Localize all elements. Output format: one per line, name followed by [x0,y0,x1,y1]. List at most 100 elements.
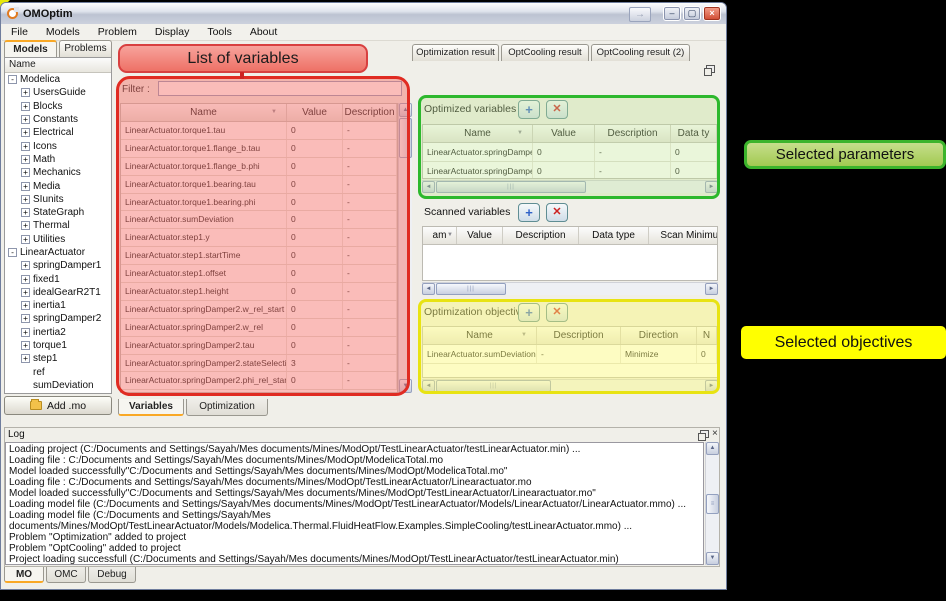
tree-item[interactable]: idealGearR2T1 [5,286,111,299]
expander-icon[interactable] [21,354,30,363]
table-row[interactable]: LinearActuator.springDamper2.tau 0 - [121,337,397,355]
expander-icon[interactable] [21,288,30,297]
tree-header[interactable]: Name [5,58,111,73]
tree-item[interactable]: LinearActuator [5,246,111,259]
table-row[interactable]: LinearActuator.springDamper2.w_rel_start… [121,301,397,319]
expander-icon[interactable] [21,182,30,191]
expander-icon[interactable] [21,168,30,177]
column-header[interactable]: Value [287,104,343,121]
column-header[interactable]: Description [343,104,397,121]
expander-icon[interactable] [21,195,30,204]
tab-optcooling-result-2[interactable]: OptCooling result (2) [591,44,690,61]
table-row[interactable]: LinearActuator.springDamper2.stateSelect… [121,355,397,373]
tab-optimization-result[interactable]: Optimization result [412,44,499,61]
add-scanned-variable-button[interactable]: + [518,203,540,222]
scroll-left-icon[interactable]: ◄ [422,283,435,295]
expander-icon[interactable] [21,155,30,164]
expander-icon[interactable] [21,115,30,124]
tab-debug[interactable]: Debug [88,567,136,583]
tree-item[interactable]: torque1 [5,339,111,352]
expander-icon[interactable] [21,261,30,270]
tree-item[interactable]: SIunits [5,193,111,206]
tree-item[interactable]: inertia2 [5,326,111,339]
tree-item[interactable]: springDamper2 [5,312,111,325]
expander-icon[interactable] [21,301,30,310]
titlebar[interactable]: OMOptim → – ▢ × [1,3,726,24]
expander-icon[interactable] [21,142,30,151]
variables-scrollbar[interactable]: ▲ ▼ [398,103,412,393]
tree-item[interactable]: Utilities [5,233,111,246]
float-log-icon[interactable] [700,430,709,438]
expander-icon[interactable] [21,208,30,217]
table-row[interactable]: LinearActuator.step1.offset 0 - [121,265,397,283]
remove-objective-button[interactable]: ✕ [546,303,568,322]
tree-item[interactable]: ref [5,366,111,379]
tree-item[interactable]: step1 [5,352,111,365]
scrollbar-thumb[interactable]: ||| [436,283,506,295]
tab-optimization[interactable]: Optimization [186,399,268,416]
table-row[interactable]: LinearActuator.torque1.flange_b.tau 0 - [121,140,397,158]
table-row[interactable]: LinearActuator.springDamper2.d 0 - 0 [423,143,717,162]
forward-arrow-button[interactable]: → [629,7,651,22]
table-row[interactable]: LinearActuator.sumDeviation - Minimize 0 [423,345,717,364]
optimized-hscrollbar[interactable]: ◄ ||| ► [422,180,718,193]
tree-item[interactable]: Modelica [5,73,111,86]
expander-icon[interactable] [21,128,30,137]
log-scrollbar[interactable]: ▲ ≡ ▼ [705,442,719,565]
table-row[interactable]: LinearActuator.springDamper2.w_rel 0 - [121,319,397,337]
expander-icon[interactable] [21,221,30,230]
column-header[interactable]: Data type [579,227,649,244]
filter-input[interactable] [158,81,402,96]
table-row[interactable]: LinearActuator.torque1.tau 0 - [121,122,397,140]
scrollbar-thumb[interactable]: ||| [436,181,586,193]
maximize-button[interactable]: ▢ [683,6,701,21]
expander-icon[interactable] [21,275,30,284]
float-panel-icon[interactable] [706,65,715,73]
column-header[interactable]: Data ty [671,125,717,142]
expander-icon[interactable] [21,314,30,323]
column-header[interactable]: N [697,327,717,344]
tree-item[interactable]: sumDeviation [5,379,111,392]
column-header[interactable]: Direction [621,327,697,344]
tree-item[interactable]: Icons [5,139,111,152]
table-row[interactable]: LinearActuator.step1.height 0 - [121,283,397,301]
scroll-left-icon[interactable]: ◄ [422,380,435,392]
table-row[interactable]: LinearActuator.step1.y 0 - [121,229,397,247]
tree-item[interactable]: fixed1 [5,272,111,285]
table-row[interactable]: LinearActuator.torque1.bearing.tau 0 - [121,176,397,194]
tab-omc[interactable]: OMC [46,567,86,583]
menu-item[interactable]: Models [37,26,89,38]
scrollbar-thumb[interactable] [399,118,412,158]
tree-item[interactable]: Media [5,179,111,192]
column-header[interactable]: Value [457,227,503,244]
table-row[interactable]: LinearActuator.step1.startTime 0 - [121,247,397,265]
table-row[interactable]: LinearActuator.springDamper2.phi_rel_sta… [121,372,397,390]
menu-item[interactable]: About [241,26,286,38]
tree-item[interactable]: StateGraph [5,206,111,219]
close-log-icon[interactable]: × [712,428,718,439]
column-header[interactable]: Name [423,327,537,344]
table-row[interactable]: LinearActuator.sumDeviation 0 - [121,211,397,229]
scroll-up-icon[interactable]: ▲ [706,442,719,455]
expander-icon[interactable] [8,248,17,257]
scroll-down-icon[interactable]: ▼ [706,552,719,565]
menu-item[interactable]: Tools [198,26,241,38]
column-header[interactable]: Description [537,327,621,344]
tree-item[interactable]: Blocks [5,100,111,113]
scroll-right-icon[interactable]: ► [705,380,718,392]
column-header[interactable]: Name [121,104,287,121]
scroll-up-icon[interactable]: ▲ [399,103,412,117]
objectives-hscrollbar[interactable]: ◄ ||| ► [422,379,718,392]
column-header[interactable]: Description [503,227,579,244]
menu-item[interactable]: Display [146,26,198,38]
expander-icon[interactable] [21,102,30,111]
tree-item[interactable]: Constants [5,113,111,126]
tree-item[interactable]: Thermal [5,219,111,232]
scrollbar-thumb[interactable]: ||| [436,380,551,392]
add-optimized-variable-button[interactable]: + [518,100,540,119]
table-row[interactable]: LinearActuator.torque1.bearing.phi 0 - [121,194,397,212]
minimize-button[interactable]: – [663,6,681,21]
scroll-right-icon[interactable]: ► [705,283,718,295]
tree-item[interactable]: Mechanics [5,166,111,179]
expander-icon[interactable] [21,88,30,97]
